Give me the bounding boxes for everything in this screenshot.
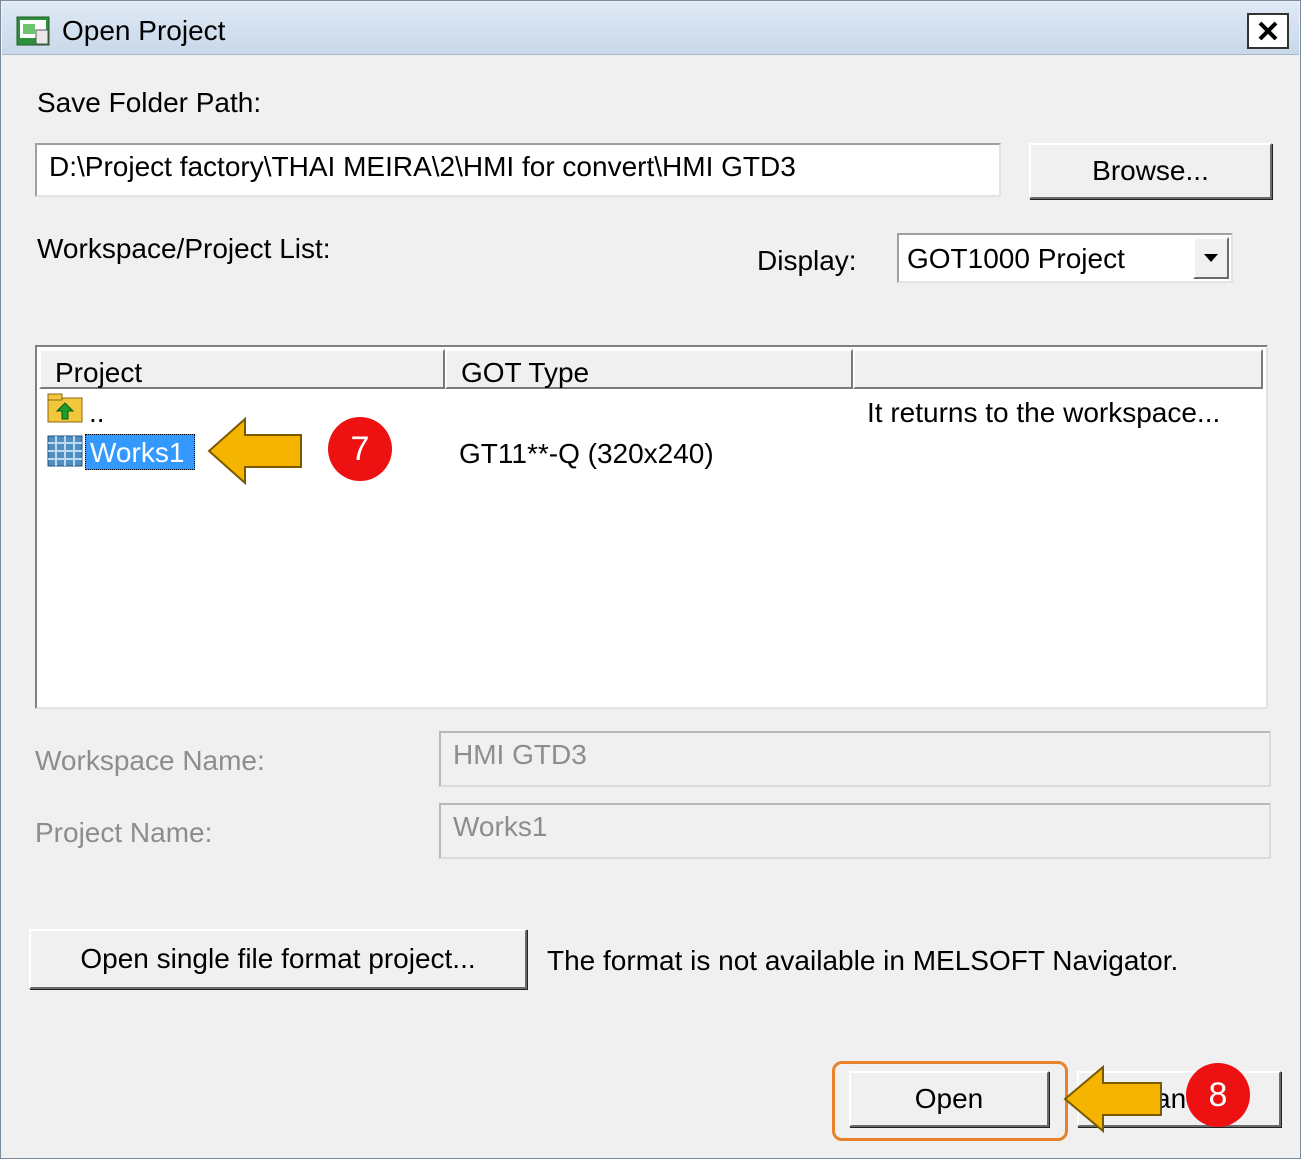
row-parent-note: It returns to the workspace...: [867, 397, 1221, 428]
workspace-name-label: Workspace Name:: [35, 745, 265, 776]
display-label: Display:: [757, 245, 857, 276]
save-folder-label: Save Folder Path:: [37, 87, 262, 118]
single-file-note: The format is not available in MELSOFT N…: [547, 945, 1179, 976]
chevron-down-icon: [1204, 254, 1218, 262]
project-name-label: Project Name:: [35, 817, 213, 848]
column-header-note[interactable]: [853, 349, 1263, 389]
step7-arrow-icon: [207, 417, 302, 485]
save-folder-path-input[interactable]: D:\Project factory\THAI MEIRA\2\HMI for …: [35, 143, 1001, 197]
open-project-dialog: Open Project Save Folder Path: D:\Projec…: [0, 0, 1301, 1159]
step8-arrow-icon: [1063, 1065, 1162, 1133]
project-list-label: Workspace/Project List:: [37, 233, 331, 264]
display-dropdown-button[interactable]: [1193, 237, 1229, 279]
workspace-name-field: HMI GTD3: [439, 731, 1271, 787]
display-select-value: GOT1000 Project: [907, 243, 1125, 274]
close-button[interactable]: [1247, 13, 1289, 49]
browse-button[interactable]: Browse...: [1029, 143, 1272, 199]
open-button[interactable]: Open: [849, 1071, 1049, 1127]
step8-badge: 8: [1186, 1063, 1250, 1127]
column-header-got-type[interactable]: GOT Type: [445, 349, 853, 389]
folder-up-icon: [47, 393, 83, 423]
project-icon: [47, 435, 83, 467]
step7-badge: 7: [328, 417, 392, 481]
close-icon: [1258, 21, 1278, 41]
open-single-file-button[interactable]: Open single file format project...: [29, 929, 527, 989]
project-name-field: Works1: [439, 803, 1271, 859]
row-works1-got-type: GT11**-Q (320x240): [459, 438, 714, 469]
row-parent-project[interactable]: ..: [89, 397, 105, 429]
display-select[interactable]: GOT1000 Project: [897, 233, 1233, 283]
window-title: Open Project: [62, 15, 226, 46]
row-works1-project[interactable]: Works1: [85, 434, 195, 470]
app-icon: [16, 16, 50, 46]
title-bar: Open Project: [2, 2, 1299, 55]
column-header-project[interactable]: Project: [39, 349, 445, 389]
